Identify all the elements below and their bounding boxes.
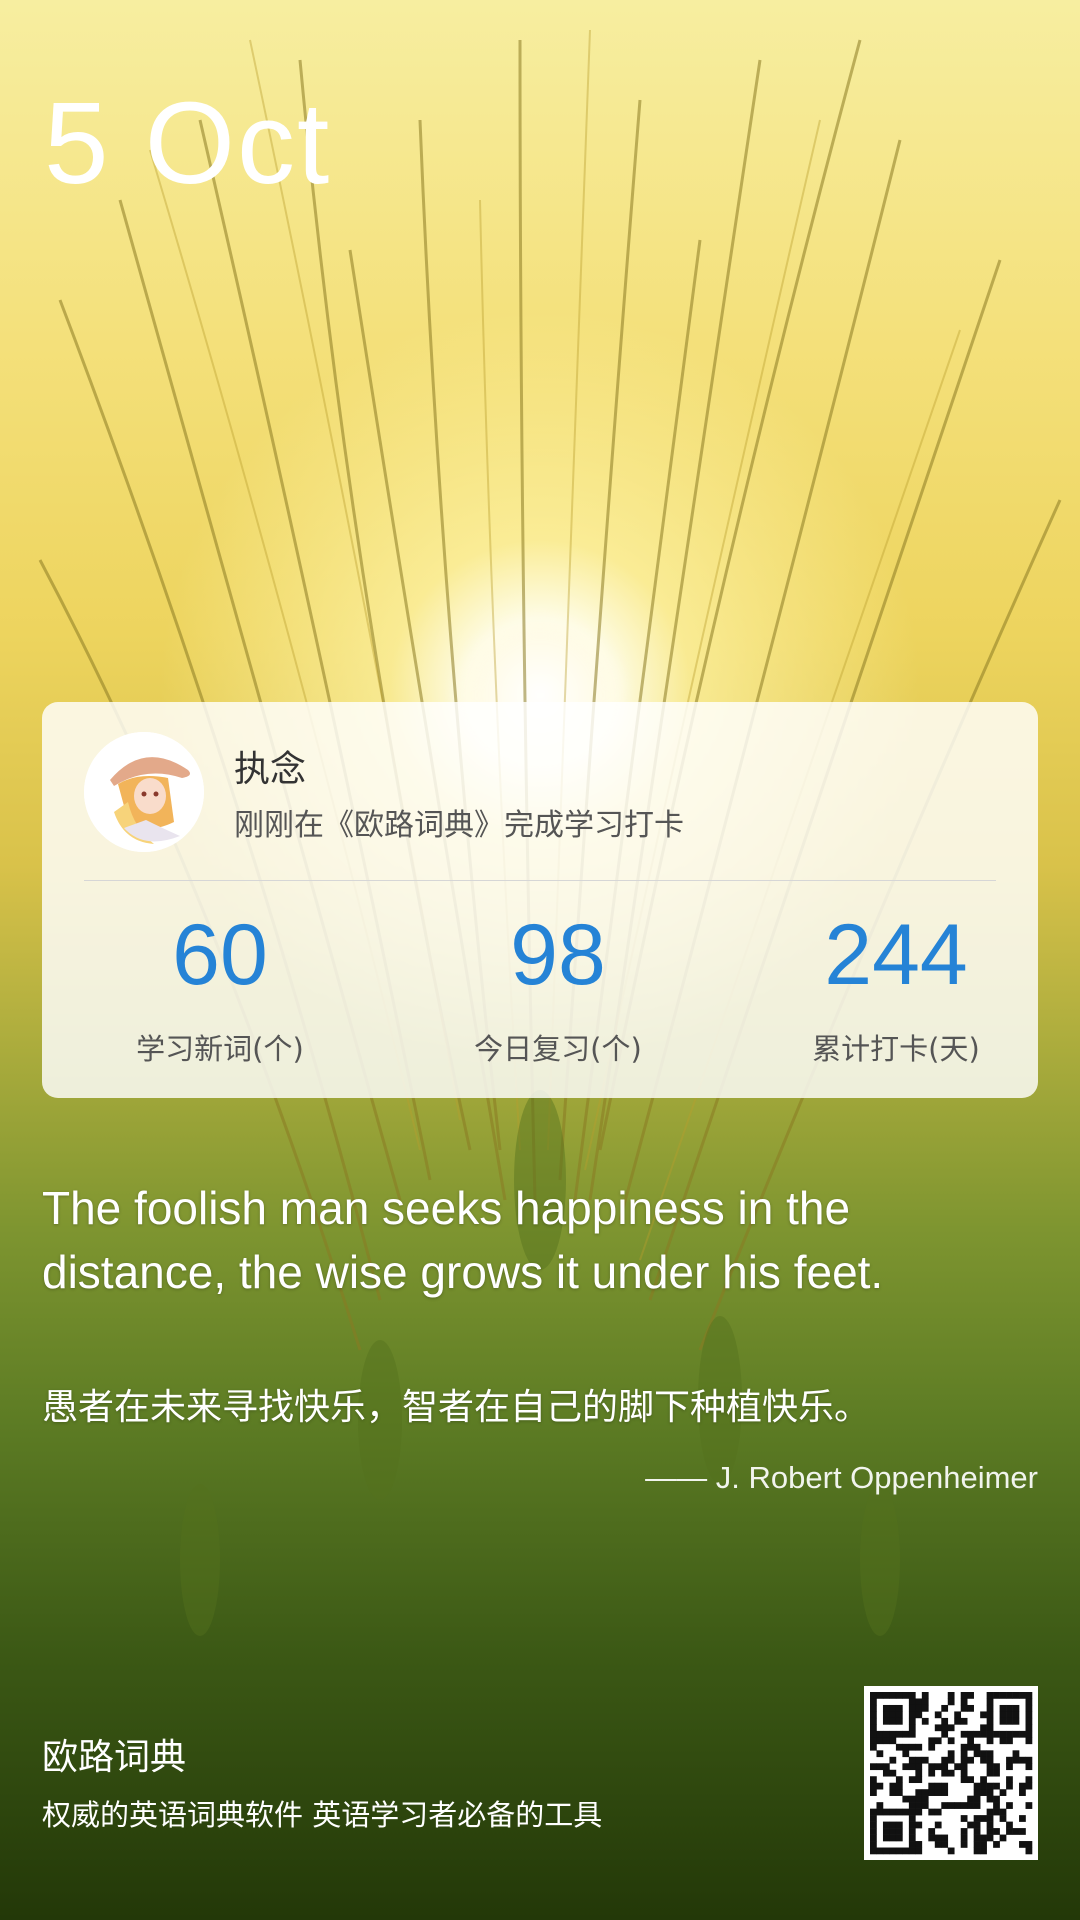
qr-code[interactable] — [864, 1686, 1038, 1860]
brand-name: 欧路词典 — [42, 1737, 187, 1778]
brand-slogan: 权威的英语词典软件 英语学习者必备的工具 — [42, 1798, 603, 1832]
stat-label: 累计打卡(天) — [812, 1032, 980, 1066]
stat-value: 244 — [824, 907, 968, 1003]
checkin-card: 执念 刚刚在《欧路词典》完成学习打卡 60 学习新词(个) 98 今日复习(个)… — [42, 702, 1038, 1098]
stat-label: 学习新词(个) — [136, 1032, 304, 1066]
qr-code-icon — [870, 1692, 1033, 1855]
quote-english: The foolish man seeks happiness in the d… — [42, 1182, 884, 1298]
stat-new-words: 60 学习新词(个) — [60, 912, 380, 1068]
user-avatar[interactable] — [84, 732, 204, 852]
avatar-icon — [84, 732, 204, 852]
stat-review: 98 今日复习(个) — [398, 912, 718, 1068]
stat-total-days: 244 累计打卡(天) — [736, 912, 1056, 1068]
date-label: 5 Oct — [44, 78, 332, 208]
card-divider — [84, 880, 996, 881]
quote-author: —— J. Robert Oppenheimer — [645, 1460, 1038, 1495]
username: 执念 — [234, 749, 307, 790]
stat-label: 今日复习(个) — [474, 1032, 642, 1066]
checkin-message: 刚刚在《欧路词典》完成学习打卡 — [234, 808, 684, 843]
quote-chinese: 愚者在未来寻找快乐，智者在自己的脚下种植快乐。 — [42, 1387, 871, 1428]
stat-value: 60 — [172, 907, 268, 1003]
stat-value: 98 — [510, 907, 606, 1003]
share-card-page: 5 Oct 执念 刚刚在《欧路词典》完成学习打卡 60 学习新词(个) 98 今… — [0, 0, 1080, 1920]
